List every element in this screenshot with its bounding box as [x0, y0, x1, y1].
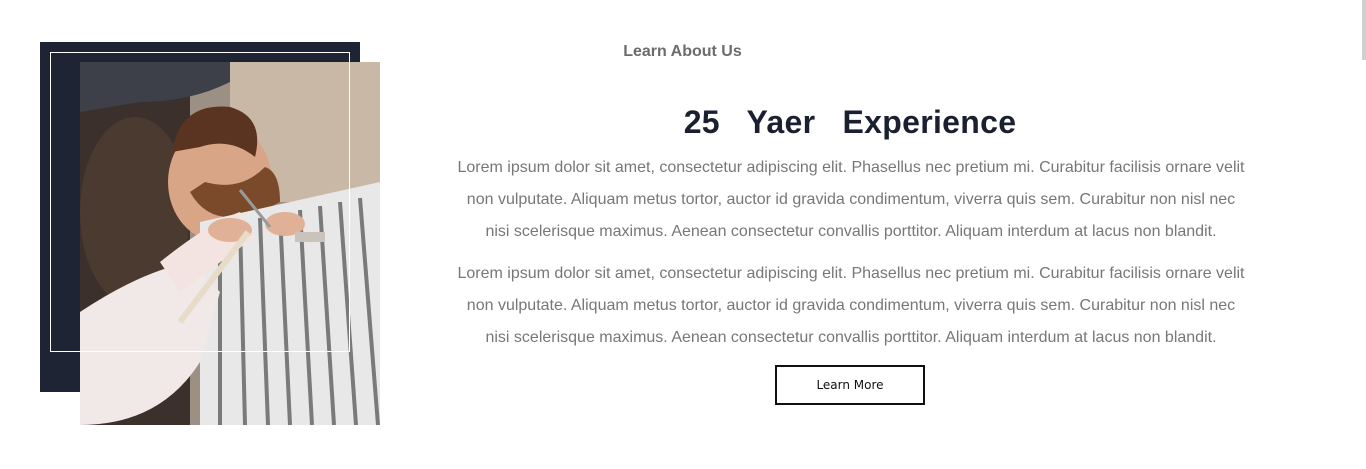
about-paragraph-2: Lorem ipsum dolor sit amet, consectetur …: [457, 265, 1245, 346]
section-eyebrow: Learn About Us: [623, 43, 742, 60]
learn-more-button[interactable]: Learn More: [775, 365, 925, 405]
scrollbar-thumb[interactable]: [1362, 0, 1366, 60]
barber-photo: [80, 62, 380, 425]
section-heading: 25 Yaer Experience: [683, 104, 1017, 140]
about-section: Learn About Us 25 Yaer Experience Lorem …: [0, 0, 1366, 469]
about-paragraph-1: Lorem ipsum dolor sit amet, consectetur …: [457, 159, 1245, 240]
